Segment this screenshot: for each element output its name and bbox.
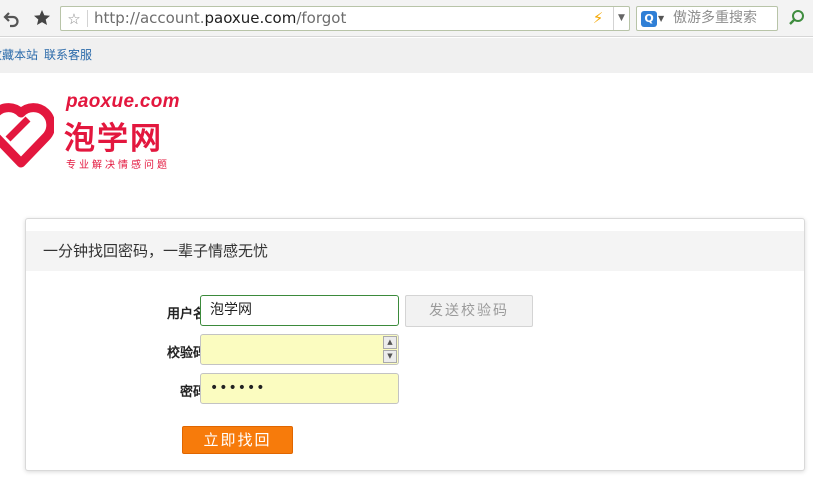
username-field[interactable]: 泡学网 <box>200 295 399 326</box>
url-path: /forgot <box>296 9 347 27</box>
star-icon[interactable] <box>31 7 53 29</box>
search-box[interactable]: Q ▼ 傲游多重搜索 <box>636 6 778 31</box>
code-label: 校验码 <box>166 346 206 361</box>
address-separator <box>87 10 88 27</box>
logo-slogan: 专业解决情感问题 <box>66 160 170 171</box>
heart-logo-icon[interactable] <box>0 93 54 169</box>
undo-arrow-icon[interactable] <box>1 7 23 29</box>
panel-header: 一分钟找回密码，一辈子情感无忧 <box>26 231 804 271</box>
stepper-down-icon[interactable]: ▼ <box>383 350 397 363</box>
lightning-icon[interactable]: ⚡ <box>589 8 607 29</box>
password-label: 密码 <box>179 385 206 400</box>
logo-domain[interactable]: paoxue.com <box>66 91 180 113</box>
bookmark-site-link[interactable]: 收藏本站 <box>0 38 38 73</box>
stepper-up-icon[interactable]: ▲ <box>383 336 397 349</box>
send-code-button[interactable]: 发送校验码 <box>405 295 533 327</box>
code-field[interactable] <box>200 334 399 365</box>
outline-star-icon[interactable]: ☆ <box>65 9 83 29</box>
address-dropdown-icon[interactable]: ▼ <box>613 7 629 30</box>
code-stepper[interactable]: ▲ ▼ <box>383 336 397 363</box>
address-bar[interactable]: ☆ http://account.paoxue.com/forgot ⚡ ▼ <box>60 6 630 31</box>
username-label: 用户名 <box>166 307 206 322</box>
url-domain: paoxue.com <box>204 9 297 27</box>
password-field[interactable]: •••••• <box>200 373 399 404</box>
url-prefix: http://account. <box>94 9 205 27</box>
browser-toolbar: ☆ http://account.paoxue.com/forgot ⚡ ▼ Q… <box>0 0 813 37</box>
site-top-bar: 收藏本站 联系客服 <box>0 38 813 73</box>
search-placeholder[interactable]: 傲游多重搜索 <box>673 7 757 30</box>
search-engine-icon[interactable]: Q <box>641 11 657 27</box>
engine-dropdown-icon[interactable]: ▼ <box>658 9 664 29</box>
logo-name[interactable]: 泡学网 <box>64 113 163 158</box>
contact-support-link[interactable]: 联系客服 <box>44 38 92 73</box>
panel-title: 一分钟找回密码，一辈子情感无忧 <box>43 242 269 260</box>
submit-button[interactable]: 立即找回 <box>182 426 293 454</box>
forgot-password-panel: 一分钟找回密码，一辈子情感无忧 用户名 泡学网 发送校验码 校验码 ▲ ▼ 密码… <box>25 218 805 471</box>
share-icon[interactable] <box>786 7 808 29</box>
url-text[interactable]: http://account.paoxue.com/forgot <box>94 7 346 30</box>
